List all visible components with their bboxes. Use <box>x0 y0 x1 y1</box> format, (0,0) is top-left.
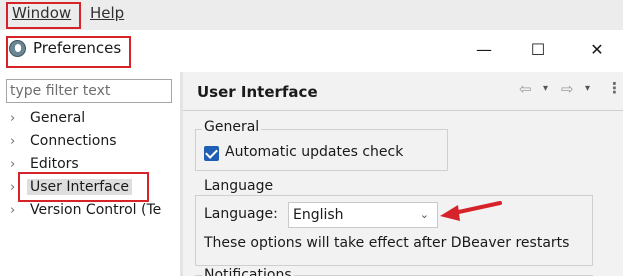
filter-input[interactable] <box>6 79 172 103</box>
menu-bar: Window Help <box>0 0 623 30</box>
back-dropdown-icon[interactable]: ▾ <box>543 83 548 94</box>
back-arrow-icon[interactable]: ⇦ <box>519 80 532 98</box>
menu-window[interactable]: Window <box>12 4 71 22</box>
language-group-title: Language <box>202 178 276 194</box>
dbeaver-icon <box>9 40 26 57</box>
tree-item-version-control[interactable]: › Version Control (Te <box>10 202 161 224</box>
forward-arrow-icon[interactable]: ⇨ <box>561 80 574 98</box>
chevron-right-icon[interactable]: › <box>10 111 30 126</box>
restart-note: These options will take effect after DBe… <box>204 235 570 251</box>
forward-dropdown-icon[interactable]: ▾ <box>585 83 590 94</box>
auto-update-checkbox[interactable] <box>204 146 219 161</box>
chevron-down-icon: ⌄ <box>419 208 429 221</box>
tree-item-label: General <box>30 110 86 126</box>
dialog-title-bar: Preferences — ☐ ✕ <box>0 30 623 72</box>
menu-help[interactable]: Help <box>90 4 124 22</box>
preference-page: User Interface ⇦ ▾ ⇨ ▾ ⋮ General Automat… <box>183 72 623 276</box>
divider <box>183 110 623 111</box>
more-icon[interactable]: ⋮ <box>607 79 622 97</box>
tree-item-label: Connections <box>30 133 117 149</box>
tree-item-general[interactable]: › General <box>10 110 85 132</box>
dialog-title: Preferences <box>33 39 122 57</box>
chevron-right-icon[interactable]: › <box>10 203 30 218</box>
screen: Window Help Preferences — ☐ ✕ ›General ›… <box>0 0 623 276</box>
auto-update-label[interactable]: Automatic updates check <box>225 144 403 160</box>
tree-item-label: User Interface <box>27 179 133 195</box>
tree-item-connections[interactable]: › Connections <box>10 133 117 155</box>
language-label: Language: <box>204 206 278 222</box>
chevron-right-icon[interactable]: › <box>10 134 30 149</box>
tree-item-label: Editors <box>30 156 79 172</box>
page-title: User Interface <box>197 83 318 101</box>
language-select-value: English <box>293 207 344 223</box>
maximize-button[interactable]: ☐ <box>527 40 549 60</box>
tree-item-editors[interactable]: › Editors <box>10 156 79 178</box>
language-select[interactable]: English ⌄ <box>288 202 438 228</box>
preference-tree-pane: ›General ›Connections ›Editors ›User Int… <box>0 72 180 276</box>
close-button[interactable]: ✕ <box>586 40 608 60</box>
tree-item-label: Version Control (Te <box>30 202 162 218</box>
chevron-right-icon[interactable]: › <box>10 157 30 172</box>
notifications-group-title: Notifications <box>202 267 294 276</box>
tree-item-user-interface[interactable]: › User Interface <box>10 179 133 201</box>
minimize-button[interactable]: — <box>473 40 495 60</box>
general-group-title: General <box>202 119 262 135</box>
